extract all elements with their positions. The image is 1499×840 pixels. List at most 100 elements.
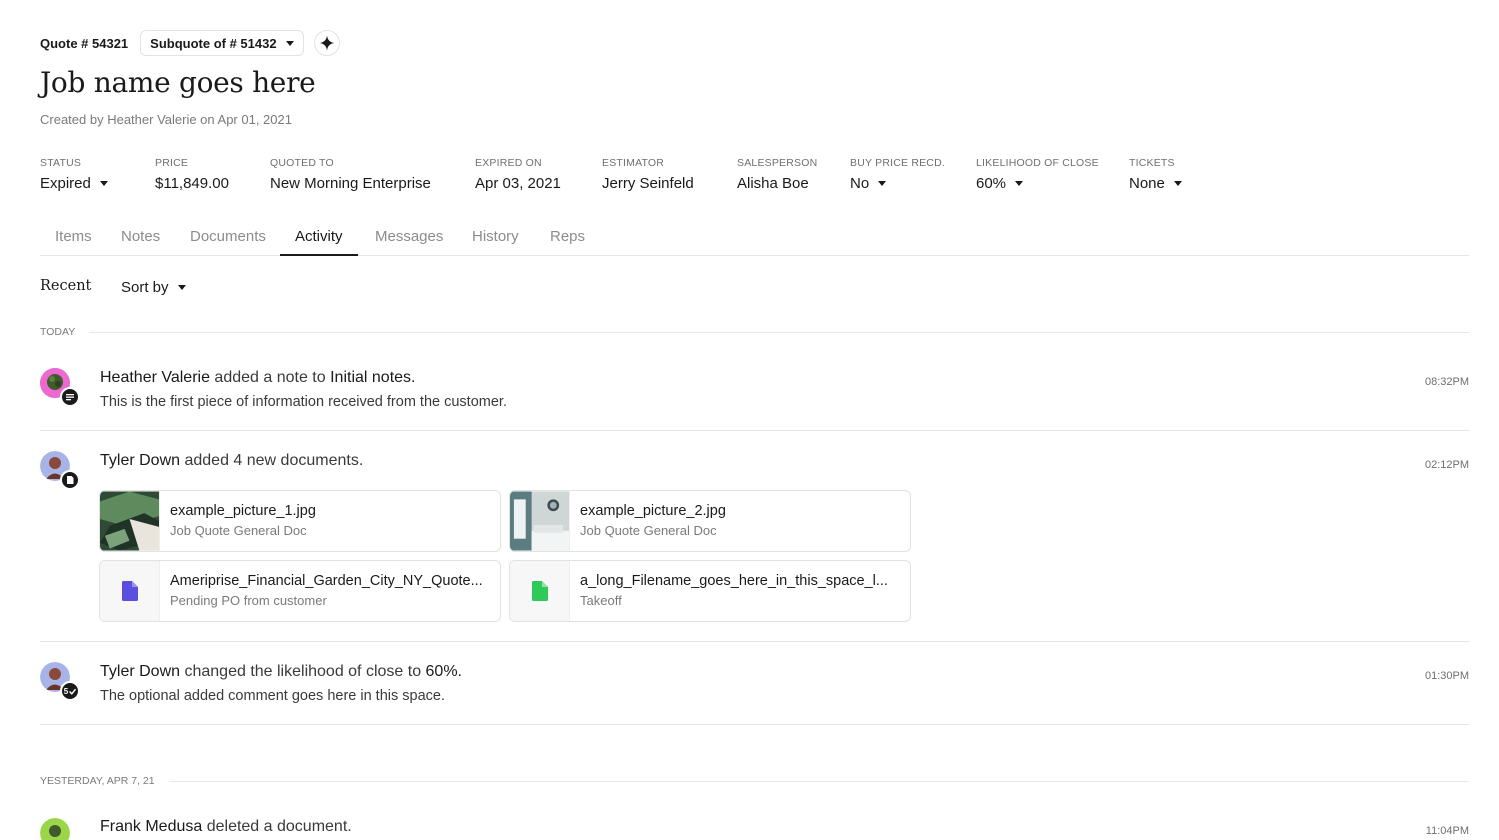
sort-by-dropdown[interactable]: Sort by (121, 279, 186, 296)
activity-action: added 4 new documents. (180, 452, 364, 469)
meta-label: STATUS (40, 157, 82, 169)
activity-item: Heather Valerie added a note to Initial … (40, 352, 1469, 431)
chevron-down-icon (177, 285, 186, 290)
document-name: example_picture_2.jpg (580, 503, 726, 519)
meta-label: LIKELIHOOD OF CLOSE (976, 157, 1099, 169)
activity-target[interactable]: Initial notes. (330, 369, 415, 386)
chevron-down-icon (878, 181, 887, 186)
activity-title: Heather Valerie added a note to Initial … (100, 369, 415, 387)
badge-count: 5 (63, 686, 69, 696)
meta-label: ESTIMATOR (602, 157, 665, 169)
document-name: a_long_Filename_goes_here_in_this_space_… (580, 573, 888, 589)
tab-items[interactable]: Items (40, 220, 107, 256)
activity-actor[interactable]: Frank Medusa (100, 818, 202, 835)
image-thumbnail (510, 491, 570, 551)
document-name: Ameriprise_Financial_Garden_City_NY_Quot… (170, 573, 483, 589)
activity-action: added a note to (209, 369, 331, 386)
recent-filter[interactable]: Recent (40, 278, 91, 294)
activity-action: changed the likelihood of close to (180, 663, 426, 680)
divider (89, 331, 1469, 333)
activity-title: Frank Medusa deleted a document. (100, 818, 352, 836)
activity-item: Frank Medusa deleted a document. 11:04PM (40, 800, 1469, 840)
tickets-value: None (1129, 175, 1165, 192)
activity-time: 08:32PM (1424, 376, 1469, 388)
tab-reps[interactable]: Reps (535, 220, 600, 256)
document-type: Job Quote General Doc (170, 523, 307, 538)
chevron-down-icon (1015, 181, 1024, 186)
likelihood-value: 60% (976, 175, 1007, 192)
quoted-to-value: New Morning Enterprise (270, 175, 431, 192)
divider (168, 780, 1469, 782)
activity-subtitle: This is the first piece of information r… (100, 394, 507, 410)
activity-action: deleted a document. (202, 818, 352, 835)
activity-time: 02:12PM (1424, 459, 1469, 471)
section-today: TODAY (40, 325, 1469, 339)
tab-messages[interactable]: Messages (360, 220, 458, 256)
check-icon: 5 (60, 681, 80, 701)
quote-header-row: Quote # 54321 Subquote of # 51432 (40, 30, 340, 56)
meta-label: PRICE (155, 157, 189, 169)
file-icon (510, 561, 570, 621)
activity-subtitle: The optional added comment goes here in … (100, 688, 445, 704)
created-by-text: Created by Heather Valerie on Apr 01, 20… (40, 112, 292, 127)
document-icon (60, 470, 80, 490)
ai-assist-button[interactable] (313, 30, 340, 56)
tab-history[interactable]: History (457, 220, 534, 256)
quote-number: Quote # 54321 (40, 35, 129, 51)
section-label: TODAY (40, 326, 76, 338)
tab-activity[interactable]: Activity (280, 220, 358, 256)
salesperson-value: Alisha Boe (737, 175, 809, 192)
buy-price-value: No (850, 175, 870, 192)
document-type: Takeoff (580, 593, 622, 608)
meta-price: PRICE $11,849.00 (155, 157, 229, 192)
meta-status[interactable]: STATUS Expired (40, 157, 108, 192)
subquote-label: Subquote of # 51432 (150, 35, 277, 51)
avatar (40, 818, 70, 840)
meta-label: TICKETS (1129, 157, 1175, 169)
subquote-dropdown[interactable]: Subquote of # 51432 (140, 30, 304, 56)
document-type: Job Quote General Doc (580, 523, 717, 538)
document-card[interactable]: a_long_Filename_goes_here_in_this_space_… (509, 560, 911, 622)
tab-bar: Items Notes Documents Activity Messages … (40, 220, 1469, 256)
meta-label: BUY PRICE RECD. (850, 157, 945, 169)
note-icon (60, 387, 80, 407)
estimator-value: Jerry Seinfeld (602, 175, 694, 192)
file-icon (100, 561, 160, 621)
chevron-down-icon (285, 40, 294, 46)
activity-actor[interactable]: Tyler Down (100, 663, 180, 680)
activity-item: 5 Tyler Down changed the likelihood of c… (40, 642, 1469, 725)
expired-on-value: Apr 03, 2021 (475, 175, 561, 192)
quote-page: Quote # 54321 Subquote of # 51432 Job na… (40, 0, 1469, 840)
activity-title: Tyler Down changed the likelihood of clo… (100, 663, 462, 681)
document-type: Pending PO from customer (170, 593, 327, 608)
sort-by-label: Sort by (121, 279, 169, 296)
meta-tickets[interactable]: TICKETS None (1129, 157, 1182, 192)
document-card[interactable]: Ameriprise_Financial_Garden_City_NY_Quot… (99, 560, 501, 622)
section-label: YESTERDAY, APR 7, 21 (40, 775, 155, 787)
chevron-down-icon (1173, 181, 1182, 186)
meta-expired-on: EXPIRED ON Apr 03, 2021 (475, 157, 561, 192)
tab-notes[interactable]: Notes (106, 220, 175, 256)
image-thumbnail (100, 491, 160, 551)
activity-title: Tyler Down added 4 new documents. (100, 452, 363, 470)
document-card[interactable]: example_picture_1.jpg Job Quote General … (99, 490, 501, 552)
meta-likelihood[interactable]: LIKELIHOOD OF CLOSE 60% (976, 157, 1099, 192)
meta-salesperson: SALESPERSON Alisha Boe (737, 157, 817, 192)
price-value: $11,849.00 (155, 175, 229, 192)
page-title: Job name goes here (40, 66, 316, 99)
activity-actor[interactable]: Heather Valerie (100, 369, 210, 386)
meta-label: QUOTED TO (270, 157, 334, 169)
meta-quoted-to: QUOTED TO New Morning Enterprise (270, 157, 431, 192)
sparkle-icon (319, 35, 335, 51)
document-name: example_picture_1.jpg (170, 503, 316, 519)
activity-actor[interactable]: Tyler Down (100, 452, 180, 469)
chevron-down-icon (99, 181, 108, 186)
meta-buy-price[interactable]: BUY PRICE RECD. No (850, 157, 945, 192)
meta-label: EXPIRED ON (475, 157, 542, 169)
meta-estimator: ESTIMATOR Jerry Seinfeld (602, 157, 694, 192)
document-card[interactable]: example_picture_2.jpg Job Quote General … (509, 490, 911, 552)
activity-target: 60%. (425, 663, 462, 680)
tab-documents[interactable]: Documents (175, 220, 281, 256)
activity-time: 11:04PM (1425, 825, 1469, 837)
section-yesterday: YESTERDAY, APR 7, 21 (40, 774, 1469, 788)
